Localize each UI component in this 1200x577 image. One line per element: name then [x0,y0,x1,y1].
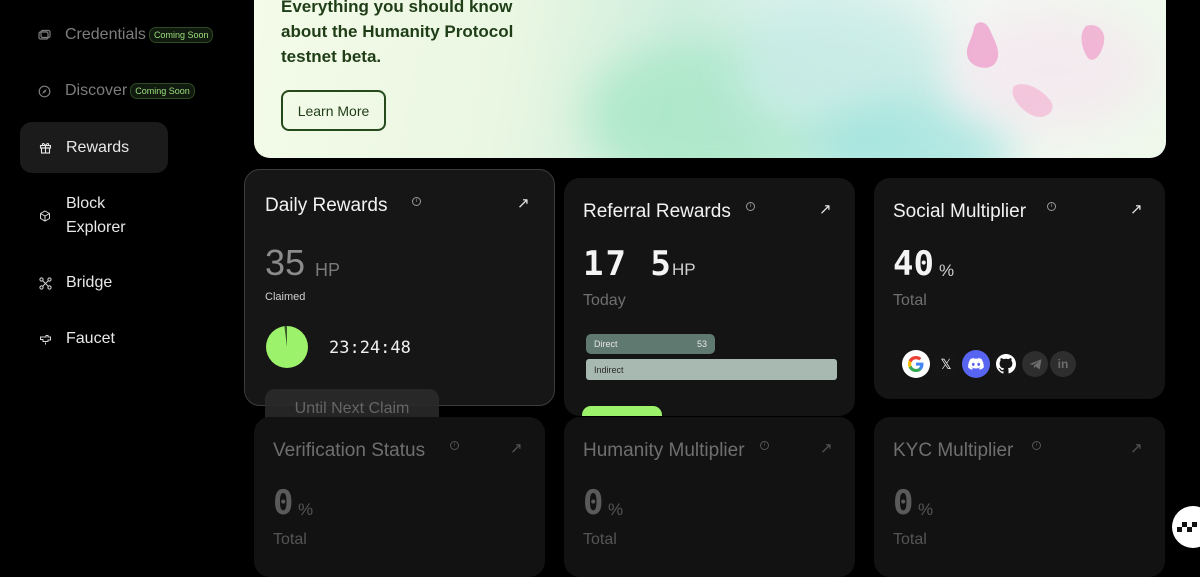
social-icons-row: 𝕏 in [902,350,1076,378]
arrow-up-right-icon[interactable]: ↗ [517,194,530,212]
hero-title: Everything you should know about the Hum… [281,0,514,66]
discord-icon[interactable] [962,350,990,378]
sidebar-item-faucet[interactable]: Faucet [20,318,168,360]
sidebar-item-label: Rewards [66,138,130,156]
github-icon[interactable] [992,350,1020,378]
telegram-icon[interactable] [1022,351,1048,377]
x-icon[interactable]: 𝕏 [932,350,960,378]
info-icon[interactable]: i [760,441,769,450]
help-widget-button[interactable] [1172,506,1200,548]
sidebar-item-label: Discover [65,82,128,99]
credential-icon [38,28,51,42]
social-multiplier-value: 40 [893,244,934,284]
humanity-unit: % [608,500,624,519]
direct-referral-bar: Direct 53 [586,334,715,354]
sidebar-item-rewards[interactable]: Rewards [20,122,168,173]
indirect-referral-bar: Indirect [586,359,837,380]
referral-action-button[interactable] [582,406,662,416]
sidebar-item-discover[interactable]: Discover Coming Soon [20,70,195,112]
direct-value: 53 [696,339,707,349]
verification-period: Total [273,531,307,548]
sidebar-item-bridge[interactable]: Bridge [20,262,168,304]
linkedin-icon[interactable]: in [1050,351,1076,377]
daily-reward-value: 35 [265,242,306,283]
card-title: Referral Rewards [583,201,731,222]
learn-more-button[interactable]: Learn More [281,90,386,131]
humanity-multiplier-card[interactable]: Humanity Multiplier i ↗ 0 % Total [564,417,855,577]
sidebar-item-label: Bridge [66,274,113,291]
info-icon[interactable]: i [746,202,755,211]
compass-icon [38,84,51,98]
referral-rewards-card[interactable]: Referral Rewards i ↗ 17 5 HP Today Direc… [564,178,855,416]
verification-status-card[interactable]: Verification Status i ↗ 0 % Total [254,417,545,577]
humanity-value: 0 [583,483,604,523]
sidebar-item-block-explorer[interactable]: Block Explorer [20,186,168,246]
sidebar-item-credentials[interactable]: Credentials Coming Soon [20,14,214,56]
card-title: Humanity Multiplier [583,440,745,461]
claimed-status: Claimed [265,291,306,303]
sidebar-item-label: Block Explorer [66,195,126,236]
info-icon[interactable]: i [450,441,459,450]
social-period: Total [893,292,927,309]
coming-soon-badge: Coming Soon [148,27,214,43]
info-icon[interactable]: i [1032,441,1041,450]
claim-countdown: 23:24:48 [329,338,411,358]
social-multiplier-unit: % [939,261,955,280]
faucet-icon [38,332,52,346]
arrow-up-right-icon[interactable]: ↗ [1130,200,1143,218]
google-icon[interactable] [902,350,930,378]
info-icon[interactable]: i [412,197,421,206]
arrow-up-right-icon[interactable]: ↗ [820,439,833,457]
sidebar-item-label: Credentials [65,26,146,43]
kyc-value: 0 [893,483,914,523]
card-title: Social Multiplier [893,201,1027,222]
card-title: Verification Status [273,440,426,461]
info-icon[interactable]: i [1047,202,1056,211]
referral-reward-unit: HP [672,260,696,279]
daily-rewards-card[interactable]: Daily Rewards i ↗ 35 HP Claimed 23:24:48… [244,169,555,429]
bridge-icon [38,276,52,290]
verification-value: 0 [273,483,294,523]
referral-period: Today [583,292,626,309]
arrow-up-right-icon[interactable]: ↗ [1130,439,1143,457]
coming-soon-badge: Coming Soon [130,83,195,99]
direct-label: Direct [594,339,618,349]
gift-icon [38,141,52,155]
indirect-label: Indirect [594,364,624,375]
sidebar: Credentials Coming Soon Discover Coming … [0,0,240,556]
claim-progress-pie [266,326,308,368]
arrow-up-right-icon[interactable]: ↗ [819,200,832,218]
card-title: Daily Rewards [265,195,388,216]
hero-illustration [966,22,1105,117]
arrow-up-right-icon[interactable]: ↗ [510,439,523,457]
card-title: KYC Multiplier [893,440,1014,461]
referral-reward-value: 17 5 [583,244,673,284]
social-multiplier-card[interactable]: Social Multiplier i ↗ 40 % Total 𝕏 in [874,178,1165,399]
cube-icon [38,209,52,223]
kyc-unit: % [918,500,934,519]
hero-banner: Everything you should know about the Hum… [254,0,1166,158]
humanity-period: Total [583,531,617,548]
verification-unit: % [298,500,314,519]
chat-widget-icon [1177,522,1197,532]
kyc-period: Total [893,531,927,548]
kyc-multiplier-card[interactable]: KYC Multiplier i ↗ 0 % Total [874,417,1165,577]
sidebar-item-label: Faucet [66,330,115,347]
daily-reward-unit: HP [315,260,341,280]
